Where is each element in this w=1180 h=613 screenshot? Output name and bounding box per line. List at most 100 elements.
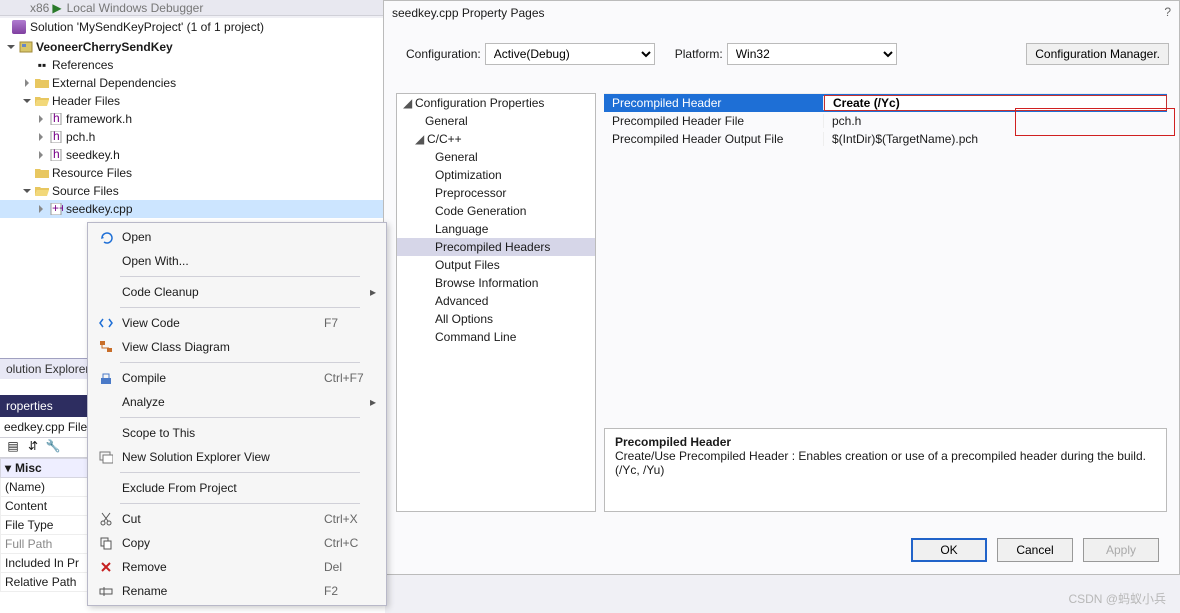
menu-new-solution-view[interactable]: New Solution Explorer View (90, 445, 384, 469)
chevron-down-icon[interactable] (4, 43, 18, 51)
resource-files-row[interactable]: Resource Files (0, 164, 385, 182)
property-help: Precompiled Header Create/Use Precompile… (604, 428, 1167, 512)
chevron-right-icon[interactable] (20, 79, 34, 87)
file-framework-h[interactable]: h framework.h (0, 110, 385, 128)
external-deps-label: External Dependencies (52, 76, 176, 90)
references-row[interactable]: ▪▪ References (0, 56, 385, 74)
menu-compile[interactable]: CompileCtrl+F7 (90, 366, 384, 390)
svg-text:h: h (53, 113, 60, 125)
tree-item[interactable]: Output Files (397, 256, 595, 274)
diagram-icon (94, 340, 118, 354)
tree-item-precompiled-headers[interactable]: Precompiled Headers (397, 238, 595, 256)
ok-button[interactable]: OK (911, 538, 987, 562)
h-file-icon: h (48, 112, 64, 126)
cpp-file-icon: ++ (48, 202, 64, 216)
menu-separator (120, 472, 360, 473)
chevron-right-icon[interactable] (34, 133, 48, 141)
menu-rename[interactable]: RenameF2 (90, 579, 384, 603)
references-label: References (52, 58, 113, 72)
tree-root[interactable]: ◢Configuration Properties (397, 94, 595, 112)
file-seedkey-h[interactable]: h seedkey.h (0, 146, 385, 164)
tree-item[interactable]: Optimization (397, 166, 595, 184)
tree-item[interactable]: Browse Information (397, 274, 595, 292)
config-manager-button[interactable]: Configuration Manager. (1026, 43, 1169, 65)
chevron-right-icon[interactable] (34, 115, 48, 123)
tree-item[interactable]: Command Line (397, 328, 595, 346)
property-grid[interactable]: Precompiled Header Create (/Yc) Precompi… (604, 93, 1167, 422)
grid-value[interactable]: Create (/Yc) (824, 95, 1167, 111)
property-pages-dialog[interactable]: seedkey.cpp Property Pages ? Configurati… (383, 0, 1180, 575)
tree-item[interactable]: Code Generation (397, 202, 595, 220)
solution-explorer-tab[interactable]: olution Explorer (0, 358, 95, 379)
apply-button[interactable]: Apply (1083, 538, 1159, 562)
solution-row[interactable]: Solution 'MySendKeyProject' (1 of 1 proj… (0, 18, 385, 36)
tree-ccpp[interactable]: ◢C/C++ (397, 130, 595, 148)
grid-key: Precompiled Header (604, 96, 824, 110)
tree-item[interactable]: General (397, 148, 595, 166)
tree-general[interactable]: General (397, 112, 595, 130)
chevron-down-icon[interactable] (20, 187, 34, 195)
play-icon: ▶ (52, 1, 61, 15)
tree-item[interactable]: Language (397, 220, 595, 238)
folder-icon (34, 166, 50, 180)
folder-icon (34, 76, 50, 90)
chevron-right-icon[interactable] (34, 151, 48, 159)
h-file-icon: h (48, 130, 64, 144)
grid-row[interactable]: Precompiled Header Output File $(IntDir)… (604, 130, 1167, 148)
header-files-label: Header Files (52, 94, 120, 108)
watermark: CSDN @蚂蚁小兵 (1068, 590, 1166, 607)
chevron-right-icon[interactable] (34, 205, 48, 213)
grid-value[interactable]: pch.h (824, 114, 1167, 128)
dialog-title-bar: seedkey.cpp Property Pages ? (384, 1, 1179, 25)
config-select[interactable]: Active(Debug) (485, 43, 655, 65)
categorize-icon[interactable]: ▤ (4, 437, 22, 455)
menu-view-code[interactable]: View CodeF7 (90, 311, 384, 335)
menu-scope-to-this[interactable]: Scope to This (90, 421, 384, 445)
tree-item[interactable]: Advanced (397, 292, 595, 310)
tree-item[interactable]: All Options (397, 310, 595, 328)
menu-open[interactable]: Open (90, 225, 384, 249)
solution-icon (12, 20, 26, 34)
menu-copy[interactable]: CopyCtrl+C (90, 531, 384, 555)
folder-open-icon (34, 184, 50, 198)
file-label: seedkey.cpp (66, 202, 133, 216)
rename-icon (94, 584, 118, 598)
svg-text:h: h (53, 149, 60, 161)
platform-select[interactable]: Win32 (727, 43, 897, 65)
wrench-icon[interactable]: 🔧 (44, 437, 62, 455)
menu-open-with[interactable]: Open With... (90, 249, 384, 273)
help-icon[interactable]: ? (1164, 5, 1171, 19)
grid-key: Precompiled Header File (604, 114, 824, 128)
debugger-label[interactable]: Local Windows Debugger (67, 1, 204, 15)
menu-separator (120, 503, 360, 504)
resource-files-label: Resource Files (52, 166, 132, 180)
menu-view-class-diagram[interactable]: View Class Diagram (90, 335, 384, 359)
tree-item[interactable]: Preprocessor (397, 184, 595, 202)
references-icon: ▪▪ (34, 58, 50, 72)
file-seedkey-cpp[interactable]: ++ seedkey.cpp (0, 200, 385, 218)
help-title: Precompiled Header (615, 435, 1156, 449)
context-menu[interactable]: Open Open With... Code Cleanup View Code… (87, 222, 387, 606)
svg-text:h: h (53, 131, 60, 143)
grid-row-precompiled-header[interactable]: Precompiled Header Create (/Yc) (604, 94, 1167, 112)
grid-row[interactable]: Precompiled Header File pch.h (604, 112, 1167, 130)
file-label: seedkey.h (66, 148, 120, 162)
menu-cut[interactable]: CutCtrl+X (90, 507, 384, 531)
external-deps-row[interactable]: External Dependencies (0, 74, 385, 92)
property-tree[interactable]: ◢Configuration Properties General ◢C/C++… (396, 93, 596, 512)
cancel-button[interactable]: Cancel (997, 538, 1073, 562)
menu-separator (120, 307, 360, 308)
source-files-row[interactable]: Source Files (0, 182, 385, 200)
project-row[interactable]: VeoneerCherrySendKey (0, 38, 385, 56)
header-files-row[interactable]: Header Files (0, 92, 385, 110)
chevron-down-icon[interactable] (20, 97, 34, 105)
sort-icon[interactable]: ⇵ (24, 437, 42, 455)
config-label: x86 (30, 1, 49, 15)
file-pch-h[interactable]: h pch.h (0, 128, 385, 146)
menu-analyze[interactable]: Analyze (90, 390, 384, 414)
menu-exclude[interactable]: Exclude From Project (90, 476, 384, 500)
menu-remove[interactable]: RemoveDel (90, 555, 384, 579)
project-tree: VeoneerCherrySendKey ▪▪ References Exter… (0, 36, 385, 220)
grid-value[interactable]: $(IntDir)$(TargetName).pch (824, 132, 1167, 146)
menu-code-cleanup[interactable]: Code Cleanup (90, 280, 384, 304)
